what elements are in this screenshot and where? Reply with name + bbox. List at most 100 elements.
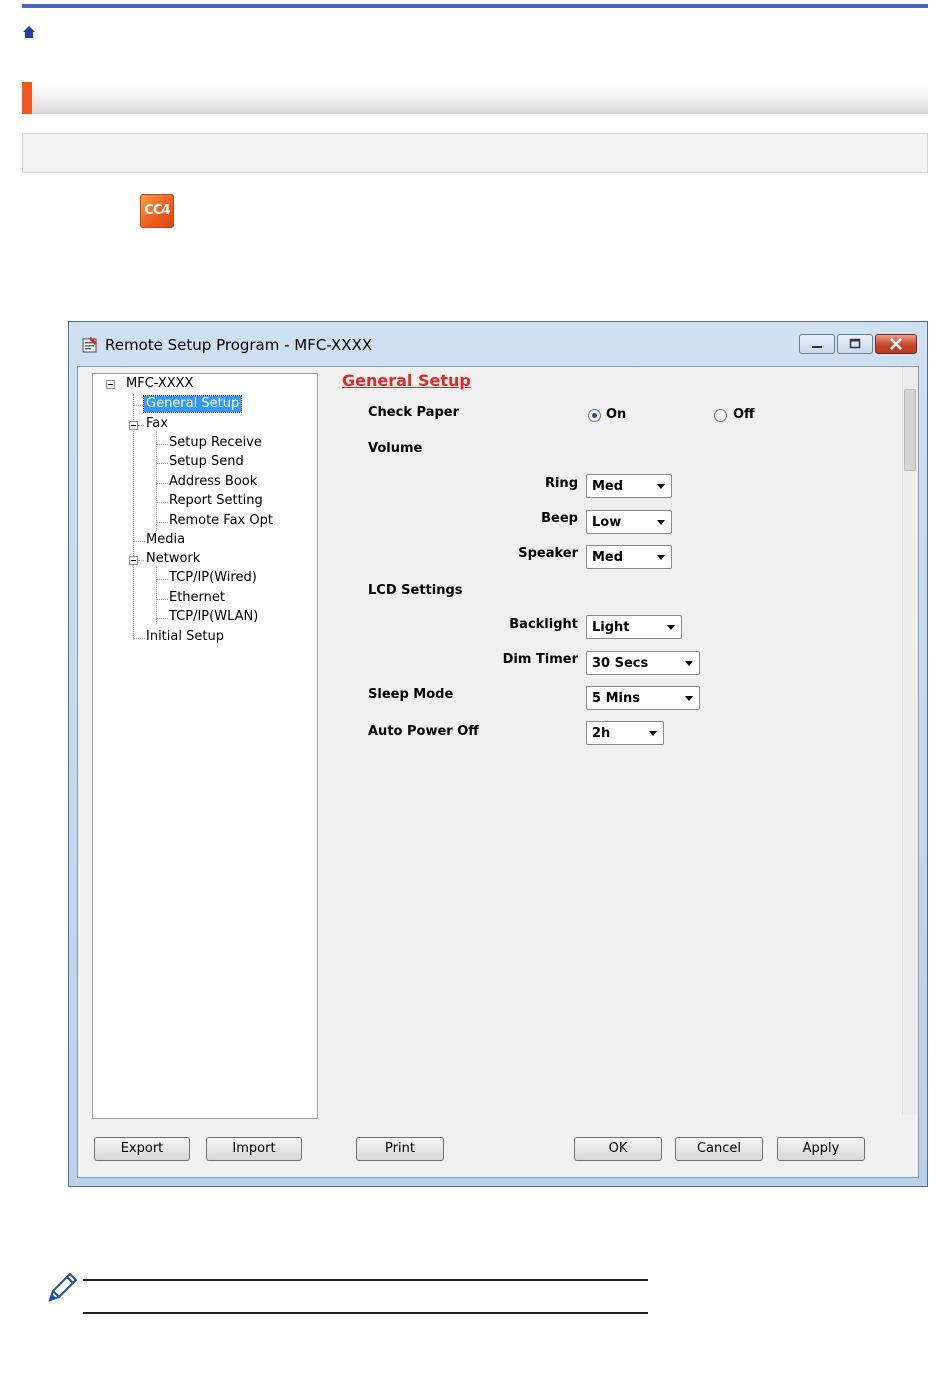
tree-connector — [156, 618, 168, 619]
tree-connector — [156, 444, 168, 445]
check-paper-label: Check Paper — [368, 405, 459, 420]
remote-setup-window: Remote Setup Program - MFC-XXXX MFC-XXXX… — [68, 321, 928, 1187]
check-paper-off-label[interactable]: Off — [733, 407, 755, 422]
chevron-down-icon — [685, 696, 693, 701]
tree-connector — [156, 579, 168, 580]
cc4-app-icon[interactable]: CC4 — [140, 194, 174, 228]
close-button[interactable] — [875, 334, 917, 354]
backlight-value: Light — [592, 620, 630, 635]
ring-value: Med — [592, 479, 624, 494]
tree-connector — [133, 394, 134, 640]
ring-select[interactable]: Med — [586, 474, 672, 498]
tree-item-ethernet[interactable]: Ethernet — [169, 590, 225, 606]
chevron-down-icon — [657, 555, 665, 560]
chevron-down-icon — [657, 520, 665, 525]
cancel-button[interactable]: Cancel — [675, 1137, 763, 1161]
window-client-area: MFC-XXXX General Setup Fax Setup Receive… — [77, 366, 919, 1178]
sleep-mode-select[interactable]: 5 Mins — [586, 686, 700, 710]
pane-title: General Setup — [342, 371, 471, 390]
tree-connector — [133, 638, 145, 639]
tree-item-general-setup[interactable]: General Setup — [142, 395, 243, 413]
tree-item-network[interactable]: Network — [146, 551, 200, 567]
export-button[interactable]: Export — [94, 1137, 190, 1161]
scrollbar-thumb[interactable] — [904, 389, 916, 471]
top-rule — [22, 4, 928, 8]
tree-item-setup-send[interactable]: Setup Send — [169, 454, 244, 470]
minimize-button[interactable] — [799, 334, 835, 354]
tree-collapse-icon[interactable] — [106, 380, 115, 389]
beep-label: Beep — [541, 511, 578, 526]
tree-connector — [156, 599, 168, 600]
minimize-icon — [812, 346, 822, 348]
volume-label: Volume — [368, 441, 423, 456]
tree-item-initial-setup[interactable]: Initial Setup — [146, 629, 224, 645]
maximize-button[interactable] — [837, 334, 873, 354]
dim-timer-label: Dim Timer — [502, 652, 578, 667]
check-paper-on-radio[interactable] — [588, 409, 601, 422]
lcd-settings-label: LCD Settings — [368, 583, 463, 598]
print-button[interactable]: Print — [356, 1137, 444, 1161]
beep-value: Low — [592, 515, 622, 530]
note-top-rule — [83, 1279, 648, 1281]
tree-connector — [133, 405, 143, 406]
dim-timer-value: 30 Secs — [592, 656, 649, 671]
tree-connector — [133, 541, 145, 542]
pencil-note-icon — [48, 1272, 78, 1302]
import-button[interactable]: Import — [206, 1137, 302, 1161]
close-icon — [890, 338, 902, 350]
window-title: Remote Setup Program - MFC-XXXX — [105, 336, 373, 354]
section-header-bar — [22, 82, 928, 114]
tree-connector — [138, 425, 144, 426]
tree-item-fax[interactable]: Fax — [146, 416, 168, 432]
chevron-down-icon — [657, 484, 665, 489]
tree-connector — [156, 463, 168, 464]
tree-connector — [156, 566, 157, 624]
dim-timer-select[interactable]: 30 Secs — [586, 651, 700, 675]
auto-power-off-value: 2h — [592, 726, 611, 741]
tree-connector — [156, 502, 168, 503]
check-paper-off-radio[interactable] — [714, 409, 727, 422]
tree-item-setup-receive[interactable]: Setup Receive — [169, 435, 262, 451]
tree-connector — [156, 483, 168, 484]
chevron-down-icon — [685, 661, 693, 666]
home-icon[interactable] — [22, 25, 36, 39]
note-bottom-rule — [83, 1312, 648, 1314]
auto-power-off-select[interactable]: 2h — [586, 721, 664, 745]
check-paper-on-label[interactable]: On — [606, 407, 626, 422]
section-accent — [22, 82, 32, 114]
ok-button[interactable]: OK — [574, 1137, 662, 1161]
beep-select[interactable]: Low — [586, 510, 672, 534]
apply-button[interactable]: Apply — [777, 1137, 865, 1161]
maximize-icon — [849, 338, 861, 349]
backlight-label: Backlight — [509, 617, 578, 632]
speaker-label: Speaker — [518, 546, 578, 561]
ring-label: Ring — [544, 476, 578, 491]
sleep-mode-value: 5 Mins — [592, 691, 640, 706]
window-controls — [797, 334, 917, 356]
app-icon-label: CC4 — [144, 203, 170, 218]
tree-item-address-book[interactable]: Address Book — [169, 474, 257, 490]
tree-connector — [156, 431, 157, 531]
backlight-select[interactable]: Light — [586, 615, 682, 639]
tree-item-media[interactable]: Media — [146, 532, 185, 548]
tree-connector — [156, 522, 168, 523]
chevron-down-icon — [667, 625, 675, 630]
tree-item-tcpip-wired[interactable]: TCP/IP(Wired) — [169, 570, 257, 586]
speaker-value: Med — [592, 550, 624, 565]
sleep-mode-label: Sleep Mode — [368, 687, 454, 702]
chevron-down-icon — [649, 731, 657, 736]
auto-power-off-label: Auto Power Off — [368, 724, 479, 739]
tree-collapse-icon[interactable] — [129, 421, 138, 430]
tree-collapse-icon[interactable] — [129, 556, 138, 565]
tree-item-mfc-xxxx[interactable]: MFC-XXXX — [126, 376, 193, 392]
remote-setup-icon — [82, 337, 97, 353]
window-titlebar[interactable]: Remote Setup Program - MFC-XXXX — [69, 322, 927, 366]
speaker-select[interactable]: Med — [586, 545, 672, 569]
settings-scrollbar[interactable] — [902, 367, 918, 1115]
tree-item-tcpip-wlan[interactable]: TCP/IP(WLAN) — [169, 609, 258, 625]
tree-connector — [138, 560, 144, 561]
tree-item-report-setting[interactable]: Report Setting — [169, 493, 263, 509]
sub-header-bar — [22, 133, 928, 173]
tree-item-remote-fax-opt[interactable]: Remote Fax Opt — [169, 513, 273, 529]
settings-tree[interactable]: MFC-XXXX General Setup Fax Setup Receive… — [92, 373, 318, 1119]
